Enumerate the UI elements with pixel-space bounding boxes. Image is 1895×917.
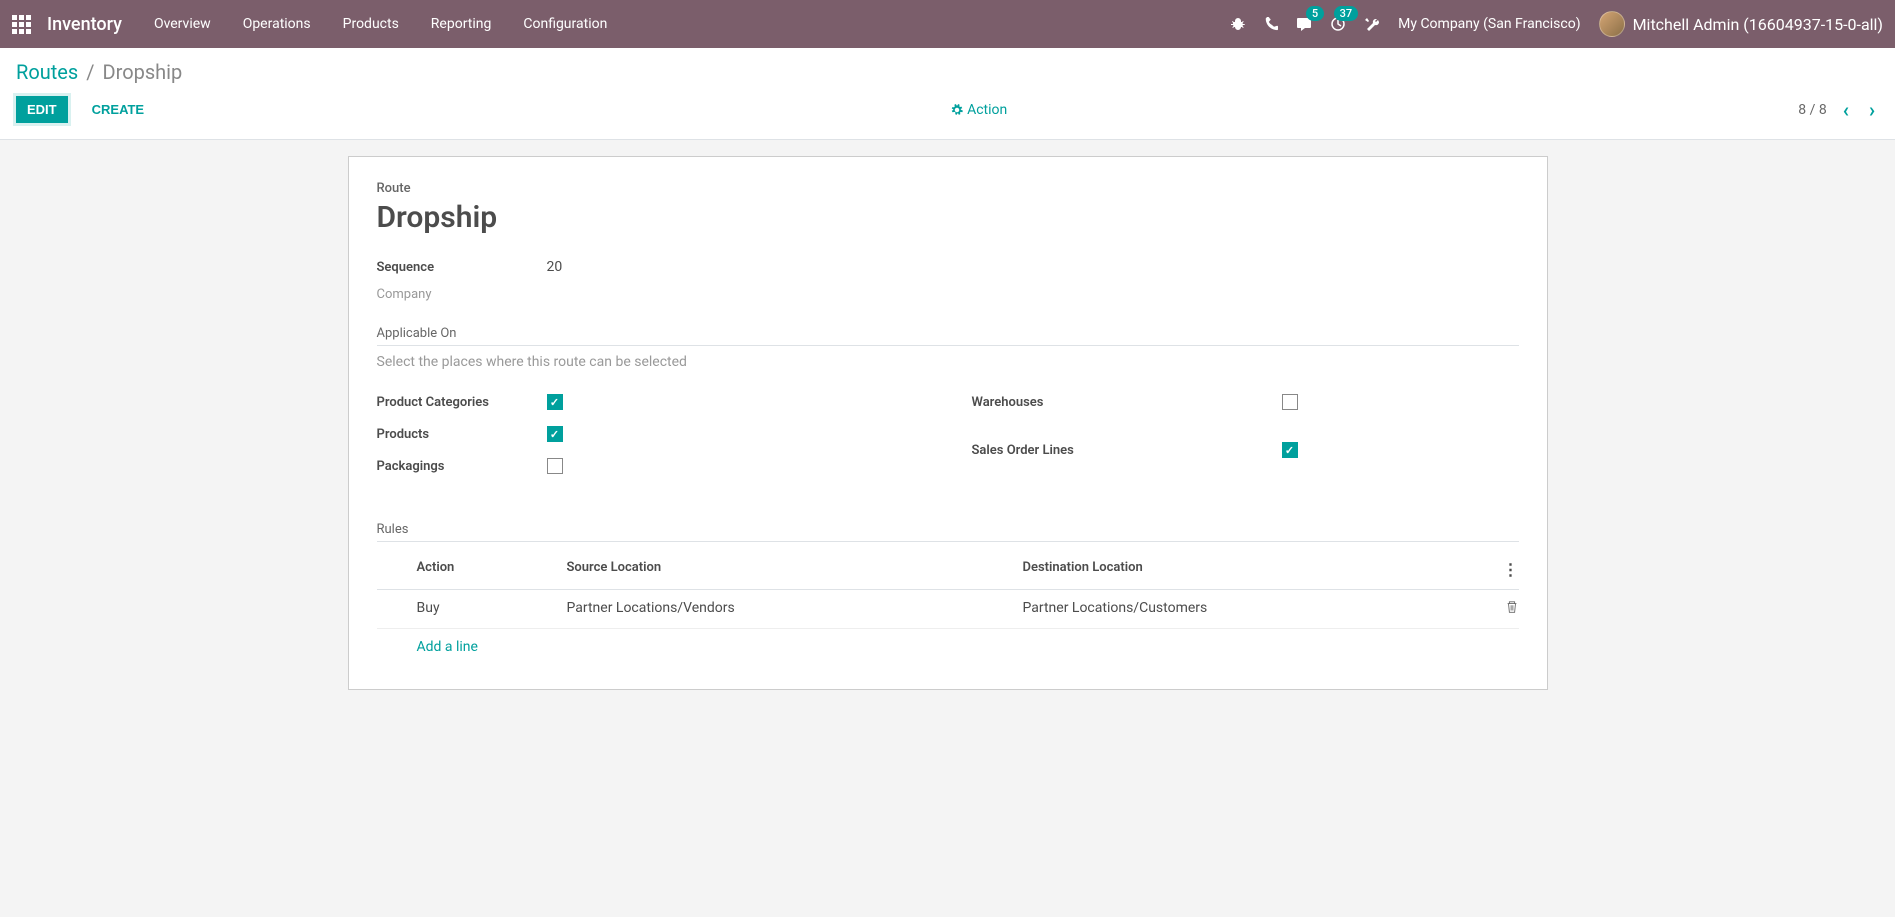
nav-configuration[interactable]: Configuration <box>523 16 607 32</box>
page-title: Dropship <box>377 200 1519 235</box>
user-menu[interactable]: Mitchell Admin (16604937-15-0-all) <box>1599 11 1883 37</box>
nav-products[interactable]: Products <box>343 16 399 32</box>
kebab-icon[interactable]: ⋮ <box>1503 560 1519 579</box>
rules-col-source[interactable]: Source Location <box>567 560 1023 579</box>
user-name: Mitchell Admin (16604937-15-0-all) <box>1633 15 1883 34</box>
nav-right: 5 37 My Company (San Francisco) Mitchell… <box>1230 11 1883 37</box>
nav-menu: Overview Operations Products Reporting C… <box>154 16 607 32</box>
sequence-value: 20 <box>547 259 563 275</box>
products-checkbox[interactable] <box>547 426 563 442</box>
breadcrumb-current: Dropship <box>103 60 183 84</box>
pager-count[interactable]: 8 / 8 <box>1798 102 1826 118</box>
table-row[interactable]: Buy Partner Locations/Vendors Partner Lo… <box>377 590 1519 629</box>
rules-table: Action Source Location Destination Locat… <box>377 550 1519 665</box>
form-sheet: Route Dropship Sequence 20 Company Appli… <box>348 156 1548 690</box>
action-label: Action <box>967 102 1007 118</box>
applicable-on-hint: Select the places where this route can b… <box>377 354 1519 370</box>
company-label: Company <box>377 287 547 302</box>
breadcrumb-parent[interactable]: Routes <box>16 60 78 84</box>
rule-destination: Partner Locations/Customers <box>1023 600 1479 618</box>
messaging-icon[interactable]: 5 <box>1296 16 1312 32</box>
packagings-checkbox[interactable] <box>547 458 563 474</box>
rules-title: Rules <box>377 522 1519 537</box>
pager-prev-icon[interactable]: ‹ <box>1839 98 1853 122</box>
rules-col-destination[interactable]: Destination Location <box>1023 560 1479 579</box>
company-switcher[interactable]: My Company (San Francisco) <box>1398 16 1580 32</box>
activity-icon[interactable]: 37 <box>1330 16 1346 32</box>
top-navbar: Inventory Overview Operations Products R… <box>0 0 1895 48</box>
packagings-label: Packagings <box>377 459 547 474</box>
rule-action: Buy <box>417 600 567 618</box>
sequence-label: Sequence <box>377 260 547 275</box>
control-bar: EDIT CREATE Action 8 / 8 ‹ › <box>0 96 1895 140</box>
sales-order-lines-checkbox[interactable] <box>1282 442 1298 458</box>
tools-icon[interactable] <box>1364 16 1380 32</box>
warehouses-checkbox[interactable] <box>1282 394 1298 410</box>
warehouses-label: Warehouses <box>972 395 1282 410</box>
nav-overview[interactable]: Overview <box>154 16 211 32</box>
apps-icon[interactable] <box>12 15 31 34</box>
gear-icon <box>951 104 963 116</box>
activity-badge: 37 <box>1334 6 1359 21</box>
edit-button[interactable]: EDIT <box>16 96 68 123</box>
nav-reporting[interactable]: Reporting <box>431 16 492 32</box>
trash-icon[interactable] <box>1505 602 1519 618</box>
product-categories-label: Product Categories <box>377 395 547 410</box>
nav-operations[interactable]: Operations <box>243 16 311 32</box>
pager-next-icon[interactable]: › <box>1865 98 1879 122</box>
route-label: Route <box>377 181 1519 196</box>
phone-icon[interactable] <box>1264 17 1278 31</box>
products-label: Products <box>377 427 547 442</box>
rule-source: Partner Locations/Vendors <box>567 600 1023 618</box>
avatar <box>1599 11 1625 37</box>
create-button[interactable]: CREATE <box>76 96 160 123</box>
sales-order-lines-label: Sales Order Lines <box>972 443 1282 458</box>
breadcrumb-separator: / <box>86 60 94 84</box>
messaging-badge: 5 <box>1306 6 1324 21</box>
add-line-button[interactable]: Add a line <box>377 629 1519 665</box>
breadcrumb: Routes / Dropship <box>0 48 1895 96</box>
action-dropdown[interactable]: Action <box>951 102 1007 118</box>
bug-icon[interactable] <box>1230 16 1246 32</box>
applicable-on-title: Applicable On <box>377 326 1519 341</box>
rules-col-action[interactable]: Action <box>417 560 567 579</box>
app-title[interactable]: Inventory <box>47 14 122 35</box>
product-categories-checkbox[interactable] <box>547 394 563 410</box>
